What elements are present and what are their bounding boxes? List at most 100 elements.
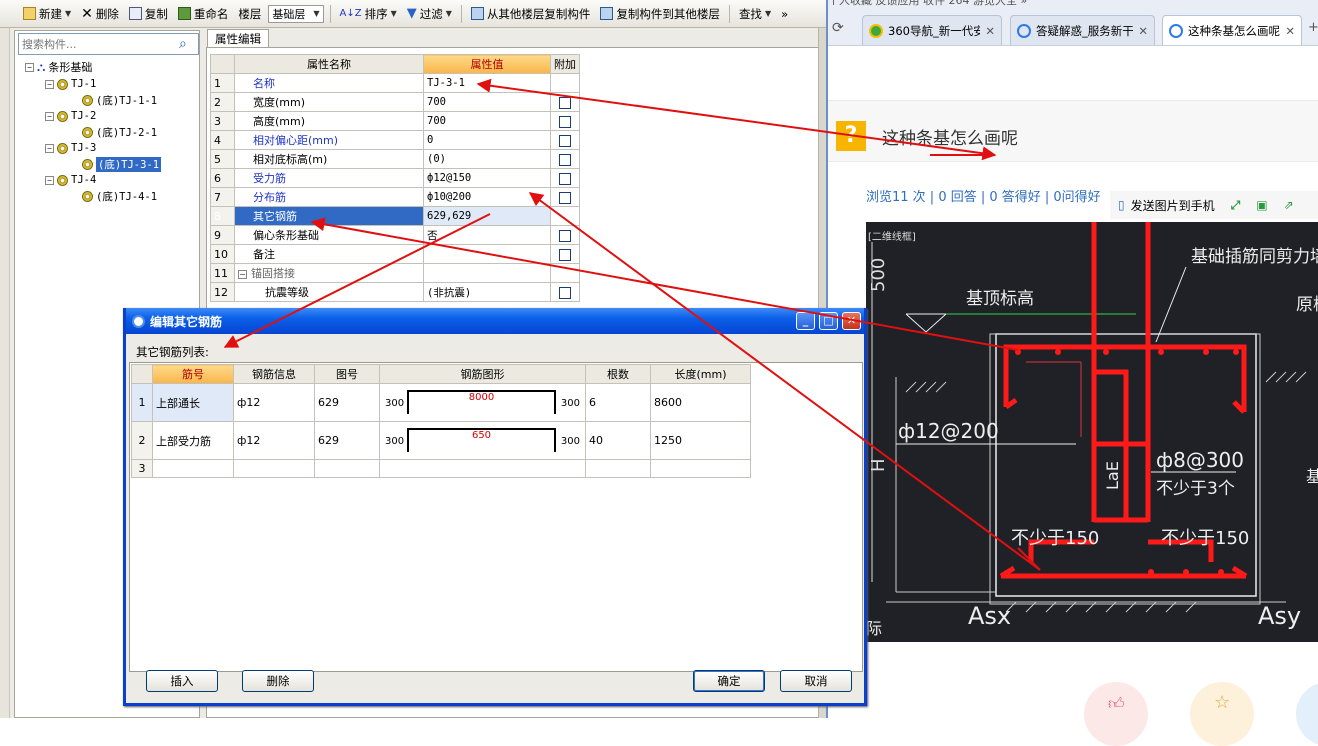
table-row[interactable]: 4 相对偏心距(mm) 0 [210, 130, 580, 150]
table-row-group[interactable]: 11− 锚固搭接 [210, 263, 580, 283]
table-row[interactable]: 2 上部受力筋 ф12 629 300 650 300 40 1250 [131, 421, 751, 460]
ok-button[interactable]: 确定 [693, 670, 765, 692]
tab-360-nav[interactable]: 360导航_新一代安全✕ [862, 15, 1002, 45]
copy-to-floor-button[interactable]: 复制构件到其他楼层 [597, 3, 723, 25]
table-row[interactable]: 1 上部通长 ф12 629 300 8000 300 6 8600 [131, 383, 751, 422]
table-row-selected[interactable]: 8 其它钢筋 629,629 [210, 206, 580, 226]
send-to-phone-button[interactable]: 发送图片到手机 [1131, 197, 1215, 214]
toolbar: 新建 ▼ ✕ 删除 复制 重命名 楼层 基础层 ▼ A↓Z 排序 ▼ ▼ 过滤 ▼ [0, 0, 826, 28]
delete-button[interactable]: ✕ 删除 [78, 3, 122, 25]
share-icon[interactable]: ⇗ [1284, 198, 1294, 212]
extra-checkbox[interactable] [559, 286, 571, 299]
extra-checkbox[interactable] [559, 229, 571, 242]
dialog-titlebar[interactable]: 编辑其它钢筋 _ □ ✕ [126, 308, 864, 334]
table-row[interactable]: 1 名称 TJ-3-1 [210, 73, 580, 93]
tree-leaf-tj2-1[interactable]: (底)TJ-2-1 [82, 124, 157, 140]
delete-row-button[interactable]: 删除 [242, 670, 314, 692]
refresh-icon[interactable]: ⟳ [832, 20, 854, 40]
bookmarks-strip: 个人收藏 反馈应用 收件 264 游览大全 » [828, 0, 1028, 7]
floor-select[interactable]: 基础层 ▼ [268, 4, 324, 23]
floor-select-value: 基础层 [272, 7, 306, 21]
maximize-icon[interactable]: □ [819, 312, 838, 330]
more-button[interactable]: » [778, 3, 791, 25]
search-icon[interactable]: ⌕ [179, 36, 187, 52]
new-tab-button[interactable]: + [1308, 20, 1318, 35]
tree-node-tj4[interactable]: − TJ-4 [45, 172, 96, 188]
extra-checkbox[interactable] [559, 172, 571, 185]
extra-checkbox[interactable] [559, 248, 571, 261]
dialog-title: 编辑其它钢筋 [150, 314, 223, 329]
extra-checkbox[interactable] [559, 96, 571, 109]
save-icon[interactable]: ▣ [1256, 198, 1267, 212]
minimize-icon[interactable]: _ [796, 312, 815, 330]
copy-from-floor-icon [470, 7, 484, 20]
tree-node-tj3[interactable]: − TJ-3 [45, 140, 96, 156]
copy-button[interactable]: 复制 [126, 3, 171, 25]
tree-node-tj1[interactable]: − TJ-1 [45, 76, 96, 92]
collapse-icon[interactable]: − [45, 175, 54, 185]
close-icon[interactable]: ✕ [1285, 24, 1295, 38]
table-row[interactable]: 12 抗震等级 (非抗震) [210, 282, 580, 302]
collapse-icon[interactable]: − [45, 79, 54, 89]
tree-leaf-tj3-1[interactable]: (底)TJ-3-1 [82, 156, 162, 172]
extra-checkbox[interactable] [559, 134, 571, 147]
extra-checkbox[interactable] [559, 191, 571, 204]
tab-question[interactable]: 这种条基怎么画呢 ✕ [1162, 15, 1302, 45]
close-icon[interactable]: ✕ [842, 312, 861, 330]
col-prop-extra: 附加 [550, 54, 580, 74]
table-row[interactable]: 3 [131, 459, 751, 478]
rebar-shape-cell[interactable]: 300 650 300 [379, 421, 586, 460]
collapse-icon[interactable]: − [45, 111, 54, 121]
sort-button[interactable]: A↓Z 排序 ▼ [337, 3, 400, 25]
table-row[interactable]: 7 分布筋 ф10@200 [210, 187, 580, 207]
collapse-icon[interactable]: − [238, 270, 247, 279]
component-icon [57, 174, 68, 186]
share-round-button[interactable] [1296, 682, 1318, 746]
tree-node-tj2[interactable]: − TJ-2 [45, 108, 96, 124]
find-button[interactable]: 查找 ▼ [736, 3, 774, 25]
col-length: 长度(mm) [650, 364, 751, 384]
search-input[interactable] [19, 35, 175, 53]
property-grid: 属性名称 属性值 附加 1 名称 TJ-3-1 2 宽度(mm) 700 3 高度(mm)… [210, 54, 580, 302]
search-box: ⌕ [18, 33, 199, 55]
cancel-button[interactable]: 取消 [780, 670, 852, 692]
collapse-icon[interactable]: − [25, 62, 34, 72]
rebar-table: 筋号 钢筋信息 图号 钢筋图形 根数 长度(mm) 1 上部通长 ф12 629… [131, 364, 751, 478]
col-rebar-shape: 钢筋图形 [379, 364, 586, 384]
sort-icon: A↓Z [339, 8, 362, 19]
copy-from-floor-button[interactable]: 从其他楼层复制构件 [468, 3, 594, 25]
close-icon[interactable]: ✕ [1138, 24, 1148, 38]
table-row[interactable]: 2 宽度(mm) 700 [210, 92, 580, 112]
close-icon[interactable]: ✕ [985, 24, 995, 38]
extra-checkbox[interactable] [559, 115, 571, 128]
collapse-icon[interactable]: − [45, 143, 54, 153]
table-row[interactable]: 3 高度(mm) 700 [210, 111, 580, 131]
table-row[interactable]: 10 备注 [210, 244, 580, 264]
tab-property-edit[interactable]: 属性编辑 [207, 29, 269, 48]
extra-checkbox[interactable] [559, 153, 571, 166]
table-row[interactable]: 6 受力筋 ф12@150 [210, 168, 580, 188]
table-row[interactable]: 9 偏心条形基础否 [210, 225, 580, 245]
filter-button[interactable]: ▼ 过滤 ▼ [404, 3, 455, 25]
insert-button[interactable]: 插入 [146, 670, 218, 692]
question-stats[interactable]: 浏览11 次 | 0 回答 | 0 答得好 | 0问得好 [866, 186, 1101, 205]
tree-root[interactable]: − ⛬ 条形基础 [25, 59, 92, 75]
new-label: 新建 [39, 6, 62, 21]
app-icon [132, 314, 145, 328]
tab-qa-service[interactable]: 答疑解惑_服务新干 ✕ [1010, 15, 1155, 45]
favorite-button[interactable]: ☆ [1190, 682, 1254, 746]
table-row[interactable]: 5 相对底标高(m) (0) [210, 149, 580, 169]
cad-drawing-image: [二维线框] 500 H 基顶标高 基础插筋同剪力墙 原槽 [866, 222, 1318, 642]
rebar-shape-cell[interactable]: 300 8000 300 [379, 383, 586, 422]
strip-foundation-icon: ⛬ [37, 59, 46, 74]
cad-asy: Asy [1258, 602, 1301, 630]
cad-side-char: 基 [1306, 467, 1318, 486]
tree-leaf-tj4-1[interactable]: (底)TJ-4-1 [82, 188, 157, 204]
like-button[interactable]: 👍︎ [1084, 682, 1148, 746]
fullscreen-icon[interactable]: ⤢ [1231, 198, 1241, 213]
floor-label: 楼层 [238, 6, 262, 21]
rename-button[interactable]: 重命名 [175, 3, 232, 25]
col-count: 根数 [585, 364, 651, 384]
new-button[interactable]: 新建 ▼ [20, 3, 74, 25]
tree-leaf-tj1-1[interactable]: (底)TJ-1-1 [82, 92, 157, 108]
